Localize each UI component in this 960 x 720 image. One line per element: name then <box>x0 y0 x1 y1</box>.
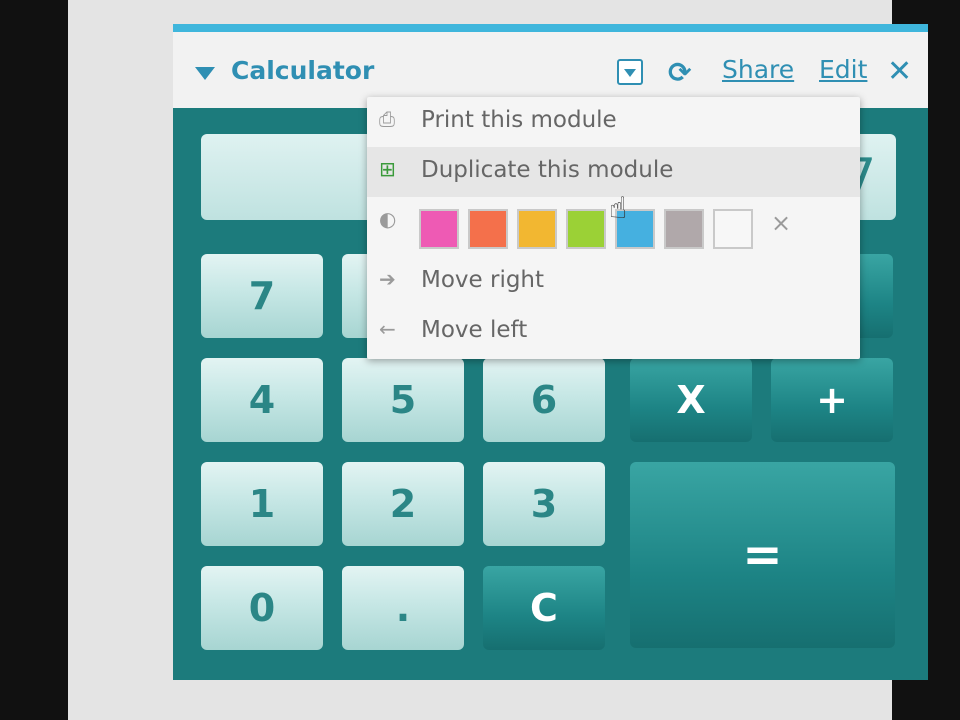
menu-item-move-left[interactable]: ← Move left <box>367 307 860 357</box>
key-7[interactable]: 7 <box>201 254 323 338</box>
menu-item-duplicate-label: Duplicate this module <box>421 157 674 183</box>
dropdown-menu-icon <box>624 69 636 77</box>
color-swatch-green[interactable] <box>566 209 606 249</box>
color-swatch-white[interactable] <box>713 209 753 249</box>
color-swatch-gray[interactable] <box>664 209 704 249</box>
key-5[interactable]: 5 <box>342 358 464 442</box>
refresh-icon[interactable]: ⟳ <box>668 56 691 89</box>
module-menu-button[interactable] <box>617 59 643 85</box>
key-equals[interactable]: = <box>630 462 895 648</box>
color-swatch-orange[interactable] <box>468 209 508 249</box>
hand-cursor-icon: ☝ <box>609 191 628 226</box>
key-plus[interactable]: + <box>771 358 893 442</box>
palette-icon: ◐ <box>379 207 397 231</box>
arrow-left-icon: ← <box>379 317 396 341</box>
key-decimal[interactable]: . <box>342 566 464 650</box>
collapse-triangle-icon[interactable] <box>195 67 215 80</box>
edit-link[interactable]: Edit <box>819 55 867 84</box>
arrow-right-icon: ➔ <box>379 267 396 291</box>
key-2[interactable]: 2 <box>342 462 464 546</box>
key-0[interactable]: 0 <box>201 566 323 650</box>
color-swatch-pink[interactable] <box>419 209 459 249</box>
page-frame: Calculator ⟳ Share Edit ✕ 7 7 4 5 6 X + … <box>68 0 928 720</box>
key-6[interactable]: 6 <box>483 358 605 442</box>
key-clear[interactable]: C <box>483 566 605 650</box>
key-multiply[interactable]: X <box>630 358 752 442</box>
menu-item-move-right-label: Move right <box>421 267 545 293</box>
printer-icon: ⎙ <box>379 107 395 131</box>
menu-item-move-right[interactable]: ➔ Move right <box>367 257 860 307</box>
menu-item-move-left-label: Move left <box>421 317 528 343</box>
menu-item-print[interactable]: ⎙ Print this module <box>367 97 860 147</box>
color-swatch-yellow[interactable] <box>517 209 557 249</box>
clear-color-icon[interactable]: × <box>771 209 791 237</box>
module-accent-bar <box>173 24 928 32</box>
module-title: Calculator <box>231 56 375 85</box>
key-4[interactable]: 4 <box>201 358 323 442</box>
menu-item-duplicate[interactable]: ⊞ Duplicate this module <box>367 147 860 197</box>
module-options-menu: ⎙ Print this module ⊞ Duplicate this mod… <box>367 97 860 359</box>
key-1[interactable]: 1 <box>201 462 323 546</box>
key-3[interactable]: 3 <box>483 462 605 546</box>
close-icon[interactable]: ✕ <box>887 54 912 89</box>
menu-item-print-label: Print this module <box>421 107 617 133</box>
share-link[interactable]: Share <box>722 55 794 84</box>
duplicate-icon: ⊞ <box>379 157 396 181</box>
